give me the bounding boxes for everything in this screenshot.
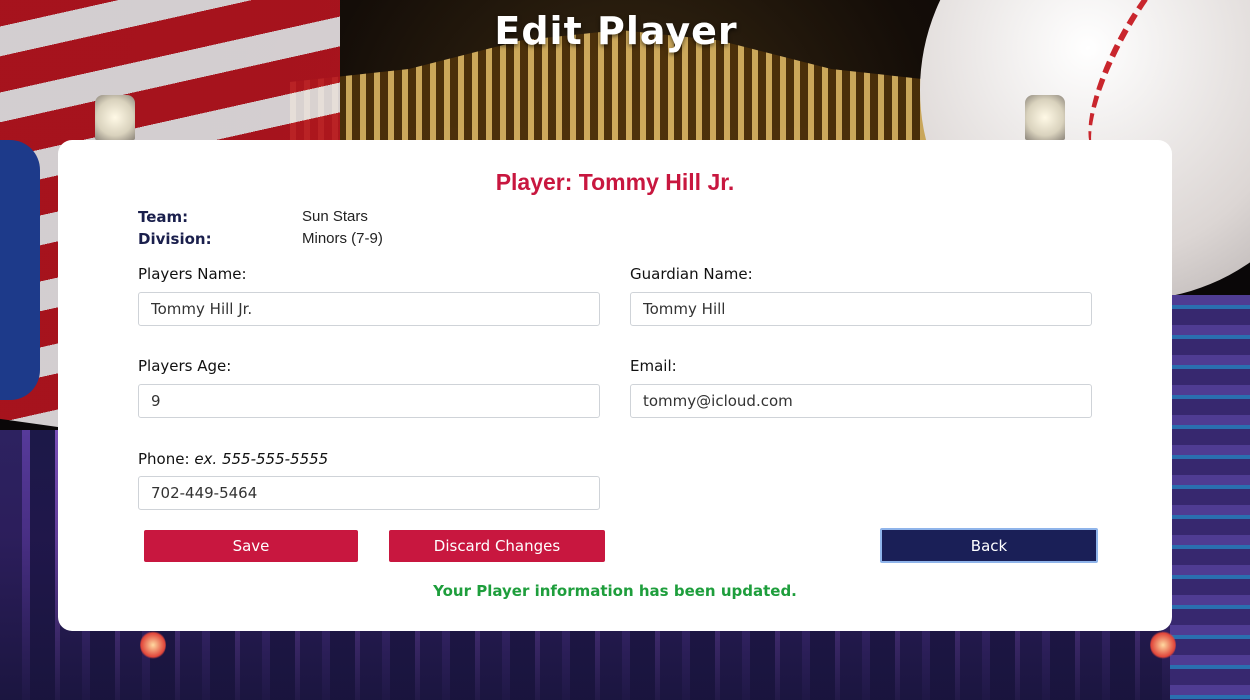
phone-label: Phone: — [138, 450, 190, 468]
players-name-label: Players Name: — [138, 265, 247, 283]
page-title: Edit Player — [494, 9, 738, 53]
guardian-name-label: Guardian Name: — [630, 265, 753, 283]
phone-input[interactable] — [138, 476, 600, 510]
division-value: Minors (7-9) — [302, 230, 383, 247]
players-age-input[interactable] — [138, 384, 600, 418]
background-flag-field — [0, 140, 40, 400]
lamp-icon — [1025, 95, 1065, 140]
division-label: Division: — [138, 230, 212, 248]
players-name-input[interactable] — [138, 292, 600, 326]
phone-label-row: Phone: ex. 555-555-5555 — [138, 450, 328, 468]
neon-glow — [140, 630, 166, 660]
email-input[interactable] — [630, 384, 1092, 418]
email-label: Email: — [630, 357, 677, 375]
back-button[interactable]: Back — [880, 528, 1098, 563]
save-button[interactable]: Save — [144, 530, 358, 562]
players-age-label: Players Age: — [138, 357, 232, 375]
neon-glow — [1150, 630, 1176, 660]
discard-changes-button[interactable]: Discard Changes — [389, 530, 605, 562]
player-heading: Player: Tommy Hill Jr. — [495, 169, 735, 195]
lamp-icon — [95, 95, 135, 140]
team-value: Sun Stars — [302, 208, 368, 225]
phone-hint: ex. 555-555-5555 — [194, 450, 329, 468]
status-message: Your Player information has been updated… — [433, 582, 797, 600]
background-city-right — [1170, 295, 1250, 700]
team-label: Team: — [138, 208, 189, 226]
guardian-name-input[interactable] — [630, 292, 1092, 326]
edit-player-card: Player: Tommy Hill Jr. Team: Sun Stars D… — [58, 140, 1172, 631]
